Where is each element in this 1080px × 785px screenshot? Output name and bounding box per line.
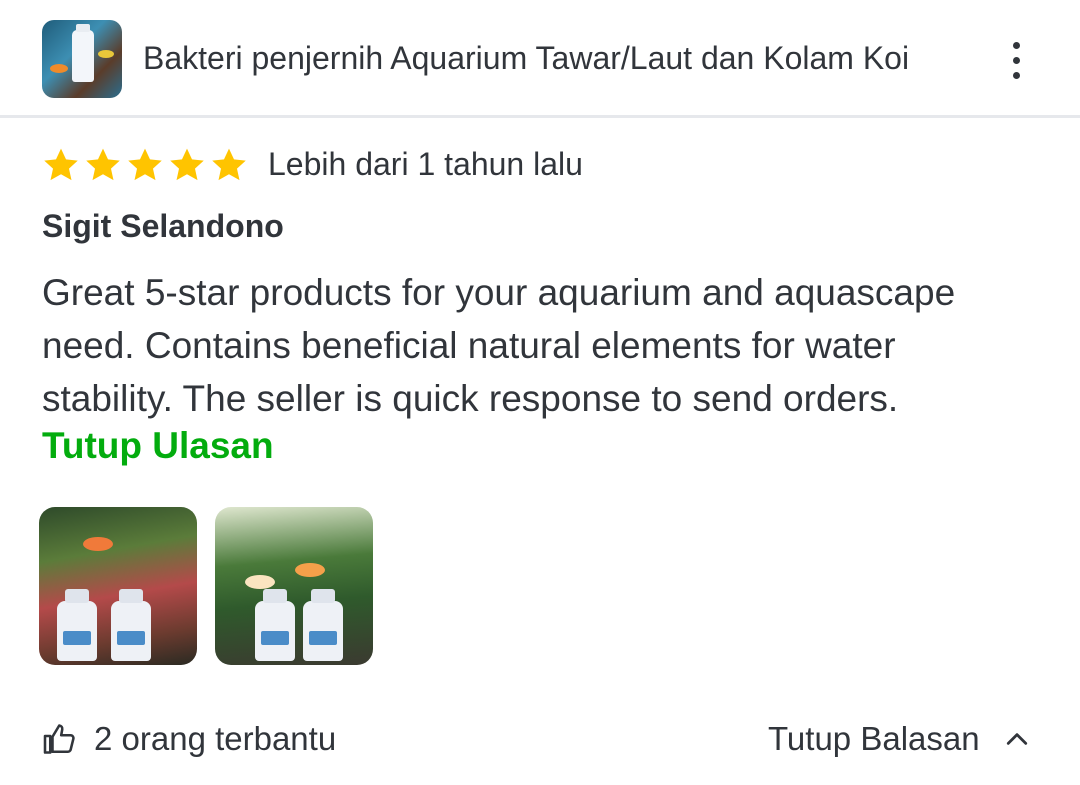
star-icon (126, 147, 168, 185)
bottle-graphic (303, 589, 343, 661)
star-icon (42, 147, 84, 185)
bottle-graphic (255, 589, 295, 661)
close-review-link[interactable]: Tutup Ulasan (42, 425, 274, 467)
review-text-line: Great 5-star products for your aquarium … (42, 272, 956, 313)
review-photo-1[interactable] (39, 507, 197, 665)
bottle-graphic (111, 589, 151, 661)
bottle-graphic (57, 589, 97, 661)
fish-graphic (98, 50, 114, 58)
product-title[interactable]: Bakteri penjernih Aquarium Tawar/Laut da… (143, 40, 909, 77)
review-text-line: stability. The seller is quick response … (42, 378, 899, 419)
review-page: Bakteri penjernih Aquarium Tawar/Laut da… (0, 0, 1080, 785)
helpful-button[interactable]: 2 orang terbantu (42, 717, 336, 761)
fish-graphic (295, 563, 325, 577)
helpful-count: 2 orang terbantu (94, 720, 337, 757)
review-photo-2[interactable] (215, 507, 373, 665)
more-vertical-icon[interactable] (1000, 40, 1034, 80)
thumbs-up-icon (43, 724, 75, 754)
reviewer-name: Sigit Selandono (42, 208, 284, 244)
product-header: Bakteri penjernih Aquarium Tawar/Laut da… (0, 0, 1080, 118)
bottle-graphic (72, 24, 94, 82)
fish-graphic (83, 537, 113, 551)
fish-graphic (50, 64, 68, 73)
star-rating (42, 147, 252, 185)
review-text: Great 5-star products for your aquarium … (42, 266, 1052, 425)
chevron-up-icon (1006, 733, 1027, 745)
star-icon (168, 147, 210, 185)
star-icon (84, 147, 126, 185)
fish-graphic (245, 575, 275, 589)
review-time: Lebih dari 1 tahun lalu (268, 146, 583, 182)
review-text-line: need. Contains beneficial natural elemen… (42, 325, 896, 366)
toggle-replies-label: Tutup Balasan (768, 720, 980, 757)
toggle-replies-button[interactable]: Tutup Balasan (768, 717, 1032, 761)
product-thumbnail[interactable] (42, 20, 122, 98)
star-icon (210, 147, 252, 185)
